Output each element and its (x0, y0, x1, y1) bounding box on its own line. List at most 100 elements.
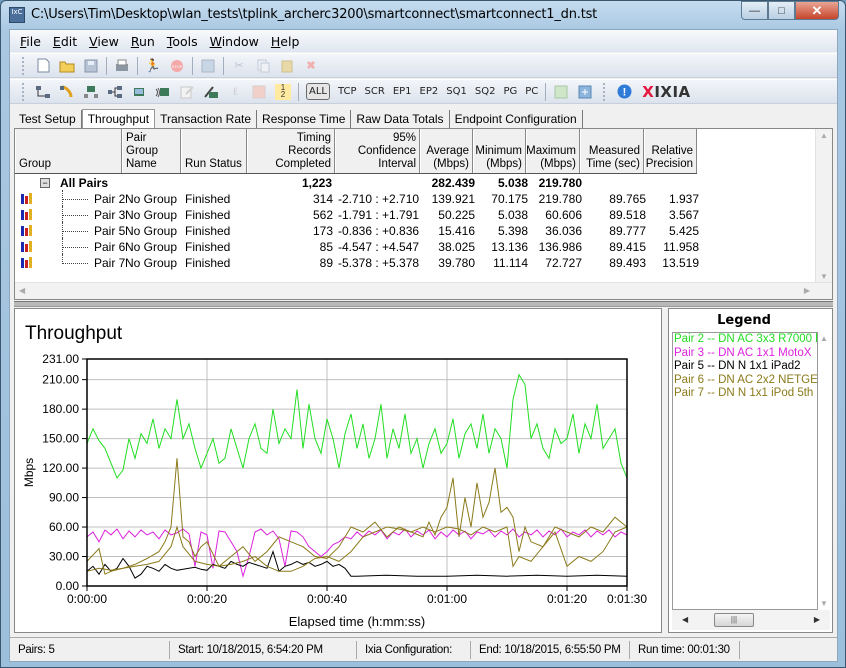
filter-scr-button[interactable]: SCR (365, 86, 385, 97)
pane-splitter[interactable] (14, 301, 833, 307)
tab-test-setup[interactable]: Test Setup (14, 110, 82, 128)
column-header[interactable]: Maximum (Mbps) (526, 129, 580, 173)
legend-item[interactable]: Pair 2 -- DN AC 3x3 R7000 b (673, 333, 817, 347)
svg-text:STOP: STOP (172, 64, 183, 69)
table-row[interactable]: Pair 2 No Group Finished 314 -2.710 : +2.710… (15, 190, 815, 207)
export-icon[interactable] (553, 84, 569, 100)
scroll-left-icon[interactable]: ◀ (19, 286, 25, 295)
column-header[interactable]: Timing Records Completed (247, 129, 335, 173)
edit-icon[interactable] (179, 84, 195, 100)
tab-response-time[interactable]: Response Time (257, 110, 352, 128)
pair-icon[interactable] (35, 84, 51, 100)
table-horizontal-scrollbar[interactable]: ◀ ▶ (15, 282, 832, 299)
close-icon: ✕ (811, 2, 823, 18)
info-icon[interactable]: ! (616, 84, 632, 100)
minimize-button[interactable]: — (741, 1, 768, 20)
tab-strip: Test Setup Throughput Transaction Rate Resp… (14, 108, 583, 129)
tab-transaction-rate[interactable]: Transaction Rate (155, 110, 258, 128)
cell-min: 11.114 (493, 256, 528, 270)
scrollbar-thumb[interactable]: ||| (714, 613, 754, 627)
scroll-left-icon[interactable]: ◀ (682, 615, 688, 624)
toolbar-grip[interactable] (22, 82, 25, 101)
column-header[interactable]: Pair Group Name (122, 129, 181, 173)
scroll-up-icon[interactable]: ▲ (820, 131, 828, 140)
filter-ep2-button[interactable]: EP2 (420, 86, 439, 97)
open-folder-icon[interactable] (59, 58, 75, 74)
tab-raw-data-totals[interactable]: Raw Data Totals (351, 110, 450, 128)
filter-all-button[interactable]: ALL (306, 83, 330, 100)
menu-file[interactable]: File (14, 34, 47, 49)
tab-throughput[interactable]: Throughput (81, 109, 156, 129)
menu-accelerator: W (209, 33, 222, 49)
tab-endpoint-configuration[interactable]: Endpoint Configuration (449, 110, 583, 128)
save-icon[interactable] (83, 58, 99, 74)
filter-sq1-button[interactable]: SQ1 (446, 86, 467, 97)
scroll-down-icon[interactable]: ▼ (820, 599, 828, 608)
run-icon[interactable]: 🏃 (145, 58, 161, 74)
legend-item[interactable]: Pair 5 -- DN N 1x1 iPad2 (673, 360, 817, 374)
summary-row[interactable]: − All Pairs 1,223 282.439 5.038 219.780 (15, 175, 815, 191)
stop-icon[interactable]: STOP (169, 58, 185, 74)
results-table: Group Pair Group Name Run Status Timing Rec… (14, 128, 833, 300)
table-vertical-scrollbar[interactable]: ▲ ▼ (815, 129, 832, 283)
scroll-up-icon[interactable]: ▲ (820, 334, 828, 343)
script-icon[interactable]: ℓ (227, 84, 243, 100)
menu-view[interactable]: View (83, 34, 125, 49)
legend-horizontal-scrollbar[interactable]: ◀ ||| ▶ (672, 610, 830, 630)
video-pair-icon[interactable] (131, 84, 147, 100)
copy-icon[interactable] (255, 58, 271, 74)
cell-records: 85 (319, 240, 333, 254)
scroll-down-icon[interactable]: ▼ (820, 272, 828, 281)
maximize-button[interactable]: □ (768, 1, 795, 20)
paste-icon[interactable] (279, 58, 295, 74)
cut-icon[interactable]: ✂ (231, 58, 247, 74)
menu-tools[interactable]: Tools (161, 34, 204, 49)
y-tick-label: 0.00 (56, 579, 80, 593)
legend-item[interactable]: Pair 7 -- DN N 1x1 iPod 5th G (673, 387, 817, 401)
table-row[interactable]: Pair 6 No Group Finished 85 -4.547 : +4.547 3… (15, 238, 815, 255)
menu-edit[interactable]: Edit (47, 34, 83, 49)
multicast-icon[interactable] (83, 84, 99, 100)
import-icon[interactable] (577, 84, 593, 100)
column-header[interactable]: Measured Time (sec) (580, 129, 644, 173)
legend-item[interactable]: Pair 6 -- DN AC 2x2 NETGEA (673, 374, 817, 388)
filter-ep1-button[interactable]: EP1 (393, 86, 412, 97)
scroll-right-icon[interactable]: ▶ (814, 615, 820, 624)
video-multicast-icon[interactable] (155, 84, 171, 100)
legend-item[interactable]: Pair 3 -- DN AC 1x1 MotoX (673, 347, 817, 361)
new-file-icon[interactable] (35, 58, 51, 74)
edit-pair-icon[interactable] (203, 84, 219, 100)
swap-icon[interactable] (251, 84, 267, 100)
print-icon[interactable] (114, 58, 130, 74)
delete-icon[interactable]: ✖ (303, 58, 319, 74)
column-header[interactable]: Relative Precision (644, 129, 697, 173)
pair-group-icon[interactable] (107, 84, 123, 100)
table-row[interactable]: Pair 5 No Group Finished 173 -0.836 : +0.836… (15, 222, 815, 239)
menu-run[interactable]: Run (125, 34, 161, 49)
icon-bar (29, 209, 32, 220)
column-header[interactable]: Minimum (Mbps) (473, 129, 526, 173)
renumber-icon[interactable]: 12 (275, 83, 291, 100)
filter-sq2-button[interactable]: SQ2 (475, 86, 496, 97)
column-header[interactable]: Run Status (181, 129, 247, 173)
legend-vertical-scrollbar[interactable]: ▲ ▼ (818, 332, 830, 610)
table-row[interactable]: Pair 7 No Group Finished 89 -5.378 : +5.378 3… (15, 254, 815, 271)
status-start: Start: 10/18/2015, 6:54:20 PM (170, 640, 357, 659)
menu-help[interactable]: Help (265, 34, 306, 49)
voip-pair-icon[interactable] (59, 84, 75, 100)
cell-time: 89.415 (609, 240, 646, 254)
column-header[interactable]: Average (Mbps) (420, 129, 473, 173)
column-header[interactable]: 95% Confidence Interval (335, 129, 420, 173)
column-header[interactable]: Group (15, 129, 122, 173)
collapse-icon[interactable]: − (40, 178, 50, 188)
toolbar-grip[interactable] (22, 56, 25, 75)
refresh-icon[interactable] (200, 58, 216, 74)
filter-tcp-button[interactable]: TCP (338, 86, 357, 97)
close-button[interactable]: ✕ (795, 1, 839, 20)
filter-pg-button[interactable]: PG (503, 86, 517, 97)
table-row[interactable]: Pair 3 No Group Finished 562 -1.791 : +1.791… (15, 206, 815, 223)
app-icon: IxC (9, 7, 25, 23)
menu-window[interactable]: Window (204, 34, 265, 49)
scroll-right-icon[interactable]: ▶ (804, 286, 810, 295)
filter-pc-button[interactable]: PC (525, 86, 538, 97)
